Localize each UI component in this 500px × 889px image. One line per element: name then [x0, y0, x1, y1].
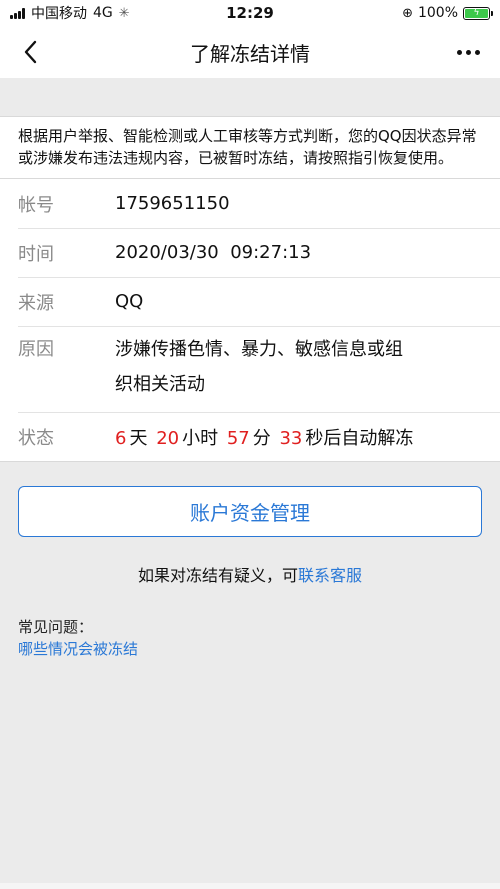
account-row: 帐号 1759651150 [0, 179, 500, 228]
network-label: 4G [93, 5, 113, 21]
reason-label: 原因 [18, 339, 54, 360]
countdown-days-unit: 天 [129, 427, 148, 449]
dispute-hint: 如果对冻结有疑义，可联系客服 [0, 562, 500, 586]
countdown-suffix: 秒后自动解冻 [305, 427, 414, 449]
chevron-left-icon [24, 40, 37, 64]
status-label: 状态 [18, 427, 54, 449]
contact-support-link[interactable]: 联系客服 [298, 566, 362, 585]
countdown-hours: 20 [156, 427, 180, 449]
unfreeze-countdown: 6天 20 小时 57 分 33 秒后自动解冻 [115, 424, 416, 450]
activity-spinner-icon: ✳ [118, 5, 130, 21]
back-button[interactable] [14, 36, 46, 68]
source-row: 来源 QQ [0, 277, 500, 326]
countdown-seconds: 33 [279, 427, 303, 449]
orientation-lock-icon: ⊕ [402, 5, 413, 21]
signal-icon [10, 7, 25, 19]
reason-value: 涉嫌传播色情、暴力、敏感信息或组 织相关活动 [115, 332, 403, 402]
battery-icon: ϟ [463, 6, 493, 20]
reason-row: 原因 涉嫌传播色情、暴力、敏感信息或组 织相关活动 [0, 326, 500, 412]
dispute-hint-text: 如果对冻结有疑义，可 [137, 566, 298, 585]
dot-icon [465, 49, 471, 55]
time-label: 时间 [18, 243, 54, 265]
page-title: 了解冻结详情 [190, 41, 310, 66]
status-bar-left: 中国移动 4G ✳ [10, 3, 130, 23]
faq-title: 常见问题： [18, 618, 94, 636]
status-row: 状态 6天 20 小时 57 分 33 秒后自动解冻 [0, 412, 500, 461]
countdown-days: 6 [115, 427, 127, 449]
more-options-button[interactable] [450, 36, 486, 68]
reason-value-line: 织相关活动 [115, 374, 205, 395]
reason-value-line: 涉嫌传播色情、暴力、敏感信息或组 [115, 339, 403, 360]
countdown-minutes: 57 [226, 427, 250, 449]
time-row: 时间 2020/03/30 09:27:13 [0, 228, 500, 277]
countdown-hours-unit: 小时 [182, 427, 219, 449]
nav-bar: 了解冻结详情 [0, 26, 500, 78]
countdown-minutes-unit: 分 [252, 427, 271, 449]
faq-section: 常见问题： 哪些情况会被冻结 [0, 616, 500, 660]
dot-icon [474, 49, 480, 55]
status-bar: 中国移动 4G ✳ 12:29 ⊕ 100% ϟ [0, 0, 500, 26]
fund-management-button[interactable]: 账户资金管理 [18, 486, 482, 537]
source-label: 来源 [18, 292, 54, 314]
account-label: 帐号 [18, 194, 54, 216]
status-bar-right: ⊕ 100% ϟ [402, 5, 493, 21]
time-value: 2020/03/30 09:27:13 [115, 242, 312, 263]
faq-freeze-reasons-link[interactable]: 哪些情况会被冻结 [18, 638, 482, 660]
dot-icon [456, 49, 462, 55]
account-value: 1759651150 [115, 193, 230, 214]
source-value: QQ [115, 291, 144, 312]
carrier-label: 中国移动 [31, 6, 87, 22]
bottom-bar [0, 883, 500, 889]
battery-percent: 100% [417, 5, 458, 21]
freeze-notice: 根据用户举报、智能检测或人工审核等方式判断，您的QQ因状态异常或涉嫌发布违法违规… [0, 116, 500, 179]
freeze-info-list: 帐号 1759651150 时间 2020/03/30 09:27:13 来源 … [0, 179, 500, 462]
